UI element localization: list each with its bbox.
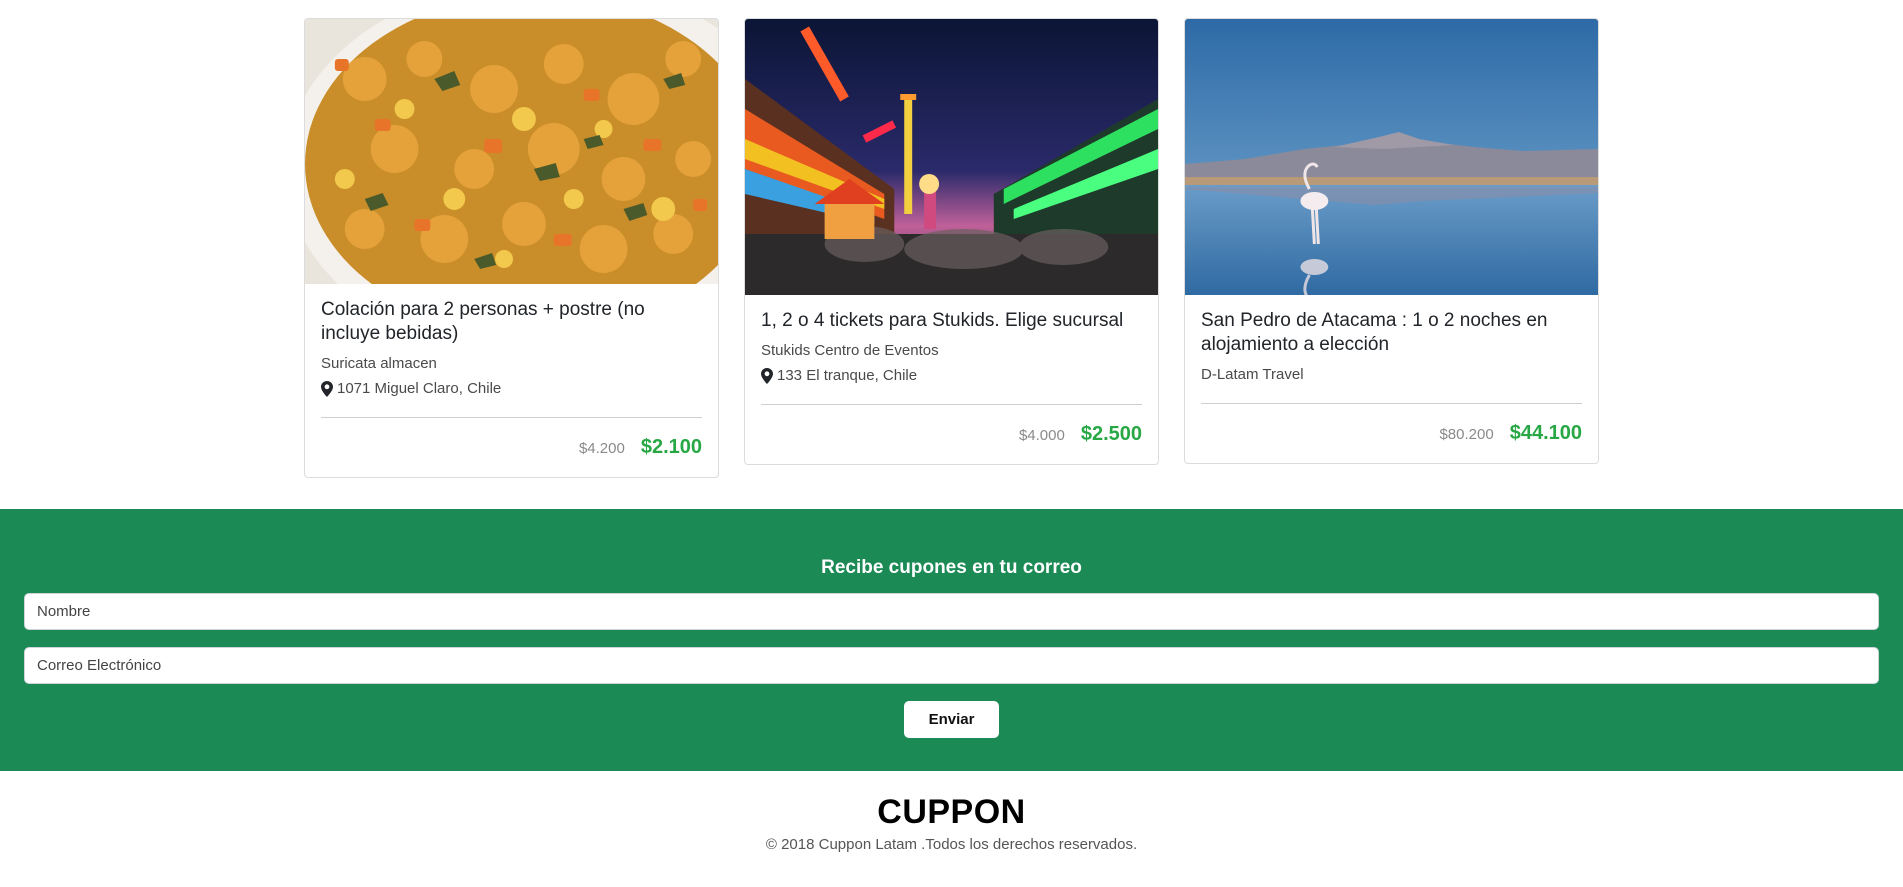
deal-location: 133 El tranque, Chile <box>761 366 1142 386</box>
deal-title[interactable]: Colación para 2 personas + postre (no in… <box>321 298 702 346</box>
card-body: Colación para 2 personas + postre (no in… <box>305 284 718 477</box>
card-divider <box>1201 403 1582 404</box>
deal-location-text: 133 El tranque, Chile <box>777 367 918 384</box>
deal-card[interactable]: 1, 2 o 4 tickets para Stukids. Elige suc… <box>744 18 1159 465</box>
page: Colación para 2 personas + postre (no in… <box>0 0 1903 887</box>
footer-logo[interactable]: CUPPON <box>0 793 1903 832</box>
original-price: $4.200 <box>578 440 625 457</box>
card-divider <box>321 417 702 418</box>
map-pin-icon <box>761 368 773 384</box>
name-input[interactable] <box>24 593 1879 630</box>
newsletter-section: Recibe cupones en tu correo Enviar <box>0 509 1903 771</box>
copyright-text: © 2018 Cuppon Latam .Todos los derechos … <box>765 836 1138 853</box>
deal-merchant: Suricata almacen <box>321 355 437 372</box>
food-dish-image[interactable] <box>305 19 718 284</box>
deal-card-list: Colación para 2 personas + postre (no in… <box>304 18 1600 478</box>
deal-prices: $80.200 $44.100 <box>1201 422 1582 447</box>
discount-price: $2.100 <box>640 436 702 458</box>
discount-price: $44.100 <box>1509 422 1582 444</box>
original-price: $80.200 <box>1439 426 1494 443</box>
deal-card[interactable]: San Pedro de Atacama : 1 o 2 noches en a… <box>1184 18 1599 464</box>
deal-card[interactable]: Colación para 2 personas + postre (no in… <box>304 18 719 478</box>
card-divider <box>761 404 1142 405</box>
email-input[interactable] <box>24 647 1879 684</box>
deal-merchant: D-Latam Travel <box>1201 366 1304 383</box>
deal-prices: $4.200 $2.100 <box>321 436 702 461</box>
original-price: $4.000 <box>1018 427 1065 444</box>
amusement-park-image[interactable] <box>745 19 1158 295</box>
deal-location: 1071 Miguel Claro, Chile <box>321 379 702 399</box>
flamingo-lake-image[interactable] <box>1185 19 1598 295</box>
card-body: 1, 2 o 4 tickets para Stukids. Elige suc… <box>745 295 1158 464</box>
discount-price: $2.500 <box>1080 423 1142 445</box>
deal-prices: $4.000 $2.500 <box>761 423 1142 448</box>
submit-button[interactable]: Enviar <box>904 701 999 738</box>
footer: CUPPON © 2018 Cuppon Latam .Todos los de… <box>0 771 1903 887</box>
deal-title[interactable]: 1, 2 o 4 tickets para Stukids. Elige suc… <box>761 309 1142 333</box>
deal-merchant: Stukids Centro de Eventos <box>761 342 939 359</box>
newsletter-title: Recibe cupones en tu correo <box>821 557 1082 578</box>
card-body: San Pedro de Atacama : 1 o 2 noches en a… <box>1185 295 1598 463</box>
deal-location-text: 1071 Miguel Claro, Chile <box>337 380 502 397</box>
map-pin-icon <box>321 381 333 397</box>
deal-title[interactable]: San Pedro de Atacama : 1 o 2 noches en a… <box>1201 309 1582 357</box>
